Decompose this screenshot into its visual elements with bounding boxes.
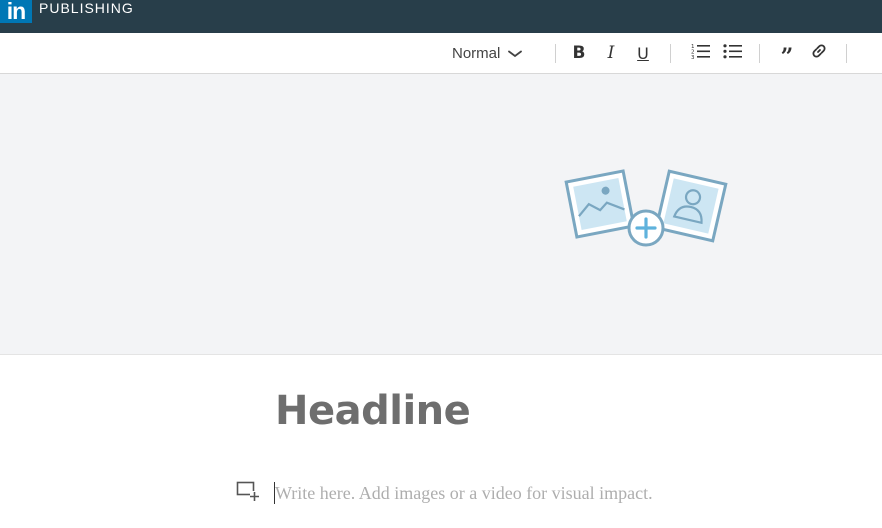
cover-image-area[interactable] — [0, 74, 882, 355]
text-style-select[interactable]: Normal — [452, 33, 532, 73]
headline-input[interactable]: Headline — [275, 388, 471, 434]
svg-text:3: 3 — [691, 55, 695, 59]
numbered-list-icon: 1 2 3 — [691, 43, 711, 64]
text-style-label: Normal — [452, 44, 501, 62]
toolbar-divider — [670, 44, 671, 63]
link-icon — [812, 44, 826, 63]
underline-button[interactable]: U — [632, 33, 654, 73]
toolbar-divider — [555, 44, 556, 63]
add-cover-image-icon[interactable] — [563, 168, 728, 252]
bulleted-list-button[interactable] — [721, 33, 745, 73]
toolbar-divider — [759, 44, 760, 63]
numbered-list-button[interactable]: 1 2 3 — [689, 33, 713, 73]
quote-icon: ” — [780, 44, 794, 70]
top-navigation-bar: in PUBLISHING — [0, 0, 882, 33]
formatting-toolbar: Normal B I U 1 2 3 ” — [0, 33, 882, 74]
bold-button[interactable]: B — [568, 33, 590, 73]
link-button[interactable] — [808, 33, 830, 73]
bulleted-list-icon — [723, 43, 743, 64]
chevron-down-icon — [508, 45, 523, 62]
publishing-label: PUBLISHING — [39, 0, 134, 16]
linkedin-logo[interactable]: in — [0, 0, 32, 23]
italic-button[interactable]: I — [600, 33, 622, 73]
quote-button[interactable]: ” — [776, 33, 798, 73]
insert-media-icon[interactable] — [236, 481, 260, 503]
article-body-input[interactable]: Write here. Add images or a video for vi… — [275, 483, 653, 504]
toolbar-divider — [846, 44, 847, 63]
